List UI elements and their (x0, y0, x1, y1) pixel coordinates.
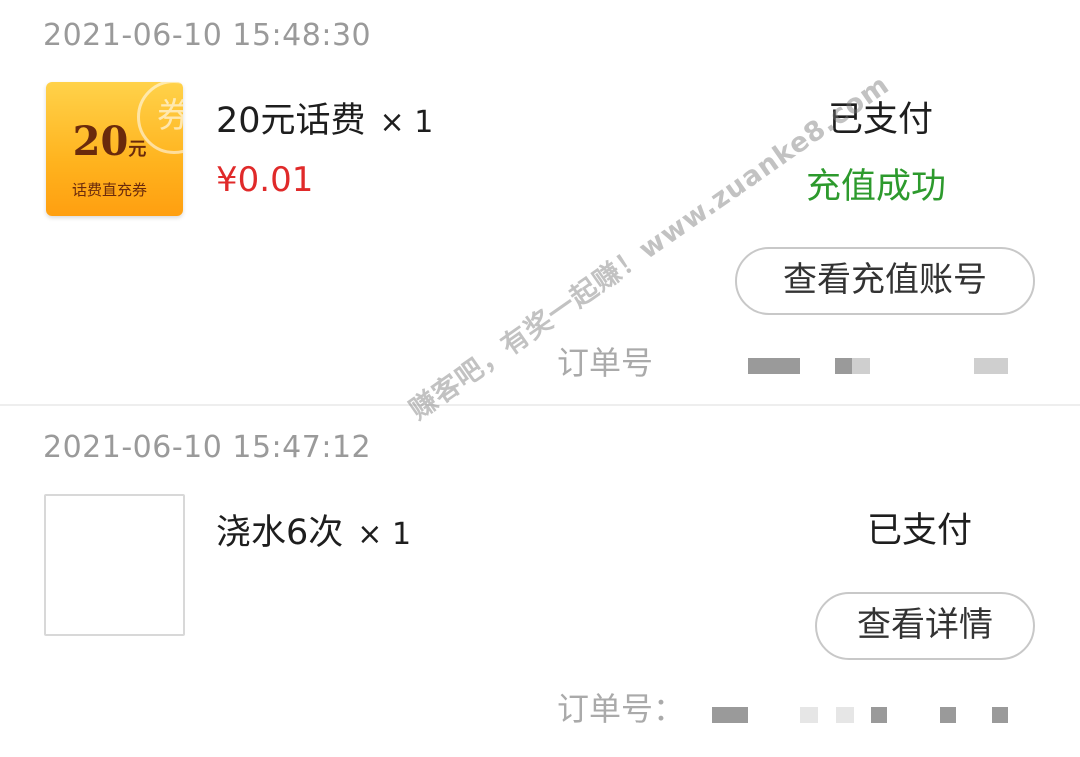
order-time: 2021-06-10 15:47:12 (43, 430, 372, 465)
order-card: 2021-06-10 15:47:12 浇水6次 × 1 已支付 查看详情 订单号… (0, 404, 1080, 757)
product-name: 浇水6次 × 1 (216, 504, 411, 555)
view-details-button[interactable]: 查看详情 (815, 592, 1035, 660)
view-recharge-account-button[interactable]: 查看充值账号 (735, 247, 1035, 315)
coupon-amount: 20元 (46, 118, 173, 165)
order-number-label: 订单号： (557, 690, 686, 728)
order-number-redacted (800, 707, 818, 723)
product-title: 20元话费 (216, 101, 366, 141)
coupon-amount-value: 20 (72, 118, 129, 165)
order-number-redacted (974, 358, 1008, 374)
order-number-redacted (871, 707, 887, 723)
order-number-label: 订单号 (557, 344, 654, 382)
product-title: 浇水6次 (216, 513, 344, 553)
order-number-redacted (940, 707, 956, 723)
product-name: 20元话费 × 1 (216, 92, 433, 143)
recharge-status: 充值成功 (806, 167, 947, 207)
product-thumbnail[interactable] (44, 494, 185, 636)
order-number-redacted (992, 707, 1008, 723)
order-number-redacted (748, 358, 800, 374)
order-number-redacted (852, 358, 870, 374)
pay-status: 已支付 (867, 511, 973, 551)
order-number-redacted (836, 707, 854, 723)
order-number-redacted (712, 707, 748, 723)
product-quantity: × 1 (357, 517, 412, 552)
order-number-redacted (835, 358, 852, 374)
coupon-desc: 话费直充券 (71, 181, 147, 199)
product-price: ¥0.01 (216, 160, 314, 200)
order-time: 2021-06-10 15:48:30 (43, 18, 372, 53)
product-quantity: × 1 (379, 105, 434, 140)
coupon-thumbnail[interactable]: 券 20元 话费直充券 (46, 82, 183, 216)
coupon-amount-unit: 元 (128, 139, 147, 160)
